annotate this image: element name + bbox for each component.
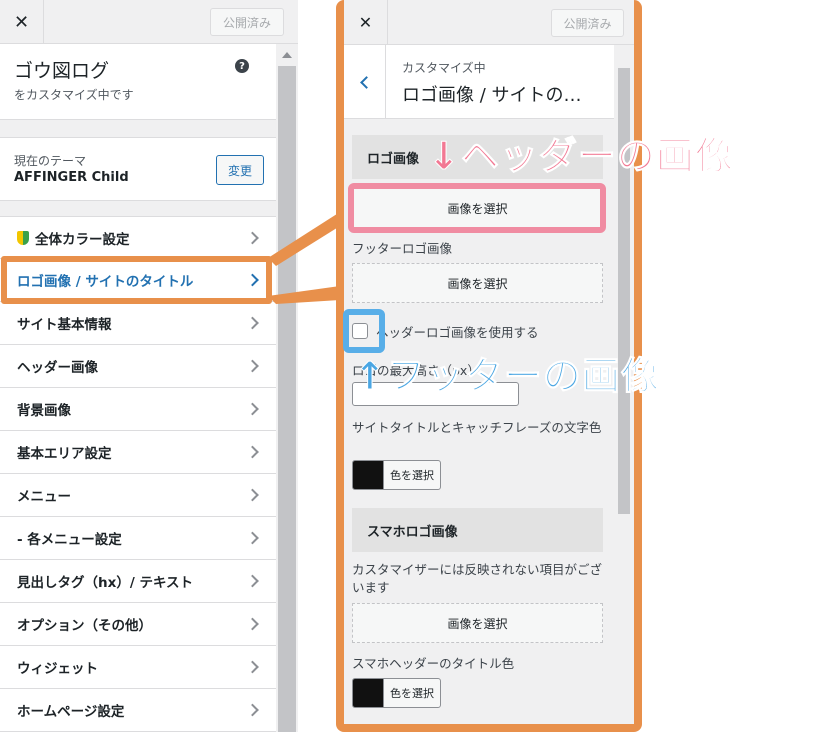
right-top-bar: ✕ 公開済み <box>344 0 634 45</box>
footer-image-annotation: ↑フッターの画像 <box>354 354 660 399</box>
customizing-label: カスタマイズ中 <box>402 61 486 75</box>
sp-logo-select-image-button[interactable]: 画像を選択 <box>352 603 603 643</box>
sp-title-color-picker-button[interactable]: 色を選択 <box>352 678 441 708</box>
color-button-label: 色を選択 <box>383 679 440 707</box>
section-title: ロゴ画像 / サイトの… <box>402 85 582 106</box>
color-swatch <box>353 461 383 489</box>
color-swatch <box>353 679 383 707</box>
footer-logo-label: フッターロゴ画像 <box>352 241 453 256</box>
color-button-label: 色を選択 <box>383 461 440 489</box>
footer-logo-select-image-button[interactable]: 画像を選択 <box>352 263 603 303</box>
section-header: カスタマイズ中 ロゴ画像 / サイトの… <box>344 45 614 119</box>
header-image-highlight <box>348 183 606 233</box>
header-image-annotation: ↓ヘッダーの画像 <box>428 134 734 179</box>
title-color-picker-button[interactable]: 色を選択 <box>352 460 441 490</box>
close-icon[interactable]: ✕ <box>344 0 388 44</box>
use-header-logo-label: ヘッダーロゴ画像を使用する <box>376 325 539 340</box>
sp-logo-group-heading: スマホロゴ画像 <box>352 508 603 552</box>
chevron-left-icon <box>360 75 373 89</box>
sp-note: カスタマイザーには反映されない項目がございます <box>352 562 603 595</box>
publish-button[interactable]: 公開済み <box>551 9 624 37</box>
back-button[interactable] <box>344 45 386 119</box>
title-color-label: サイトタイトルとキャッチフレーズの文字色 <box>352 420 602 435</box>
sp-title-color-label: スマホヘッダーのタイトル色 <box>352 656 515 671</box>
